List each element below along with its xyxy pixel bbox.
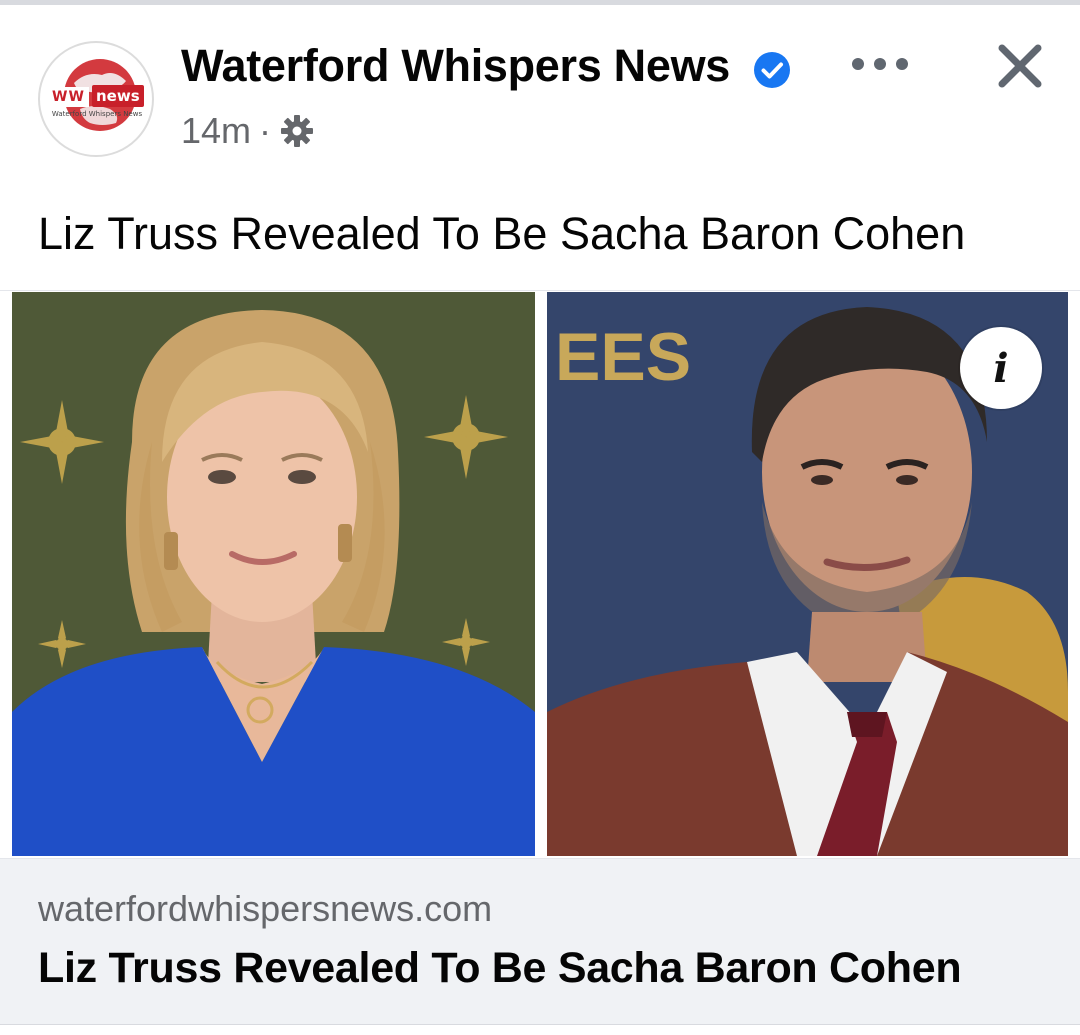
bottom-divider <box>0 1024 1080 1035</box>
post-text: Liz Truss Revealed To Be Sacha Baron Coh… <box>38 208 966 259</box>
logo-subtitle: Waterford Whispers News <box>51 110 143 118</box>
post-timestamp[interactable]: 14m <box>181 110 251 152</box>
post-meta: 14m · <box>181 110 315 152</box>
background-letters: EES <box>555 319 691 395</box>
logo-news-text: news <box>92 85 144 107</box>
logo-ww-text: WW <box>48 87 89 107</box>
link-preview-card[interactable] <box>0 858 1080 1025</box>
meta-separator: · <box>259 110 272 151</box>
more-dot-icon <box>896 58 908 70</box>
page-name-link[interactable]: Waterford Whispers News <box>181 40 730 92</box>
more-dot-icon <box>852 58 864 70</box>
info-icon: i <box>993 344 1009 392</box>
photo-liz-truss[interactable] <box>12 292 535 856</box>
info-button[interactable]: i <box>960 327 1042 409</box>
gear-icon <box>281 115 314 147</box>
more-dot-icon <box>874 58 886 70</box>
verified-badge-icon <box>754 52 790 88</box>
top-divider <box>0 0 1080 5</box>
link-title[interactable]: Liz Truss Revealed To Be Sacha Baron Coh… <box>38 944 962 993</box>
link-domain: waterfordwhispersnews.com <box>38 888 493 929</box>
close-icon[interactable] <box>996 42 1044 90</box>
page-avatar[interactable]: WW news Waterford Whispers News <box>38 41 154 157</box>
more-options-button[interactable] <box>852 52 908 76</box>
